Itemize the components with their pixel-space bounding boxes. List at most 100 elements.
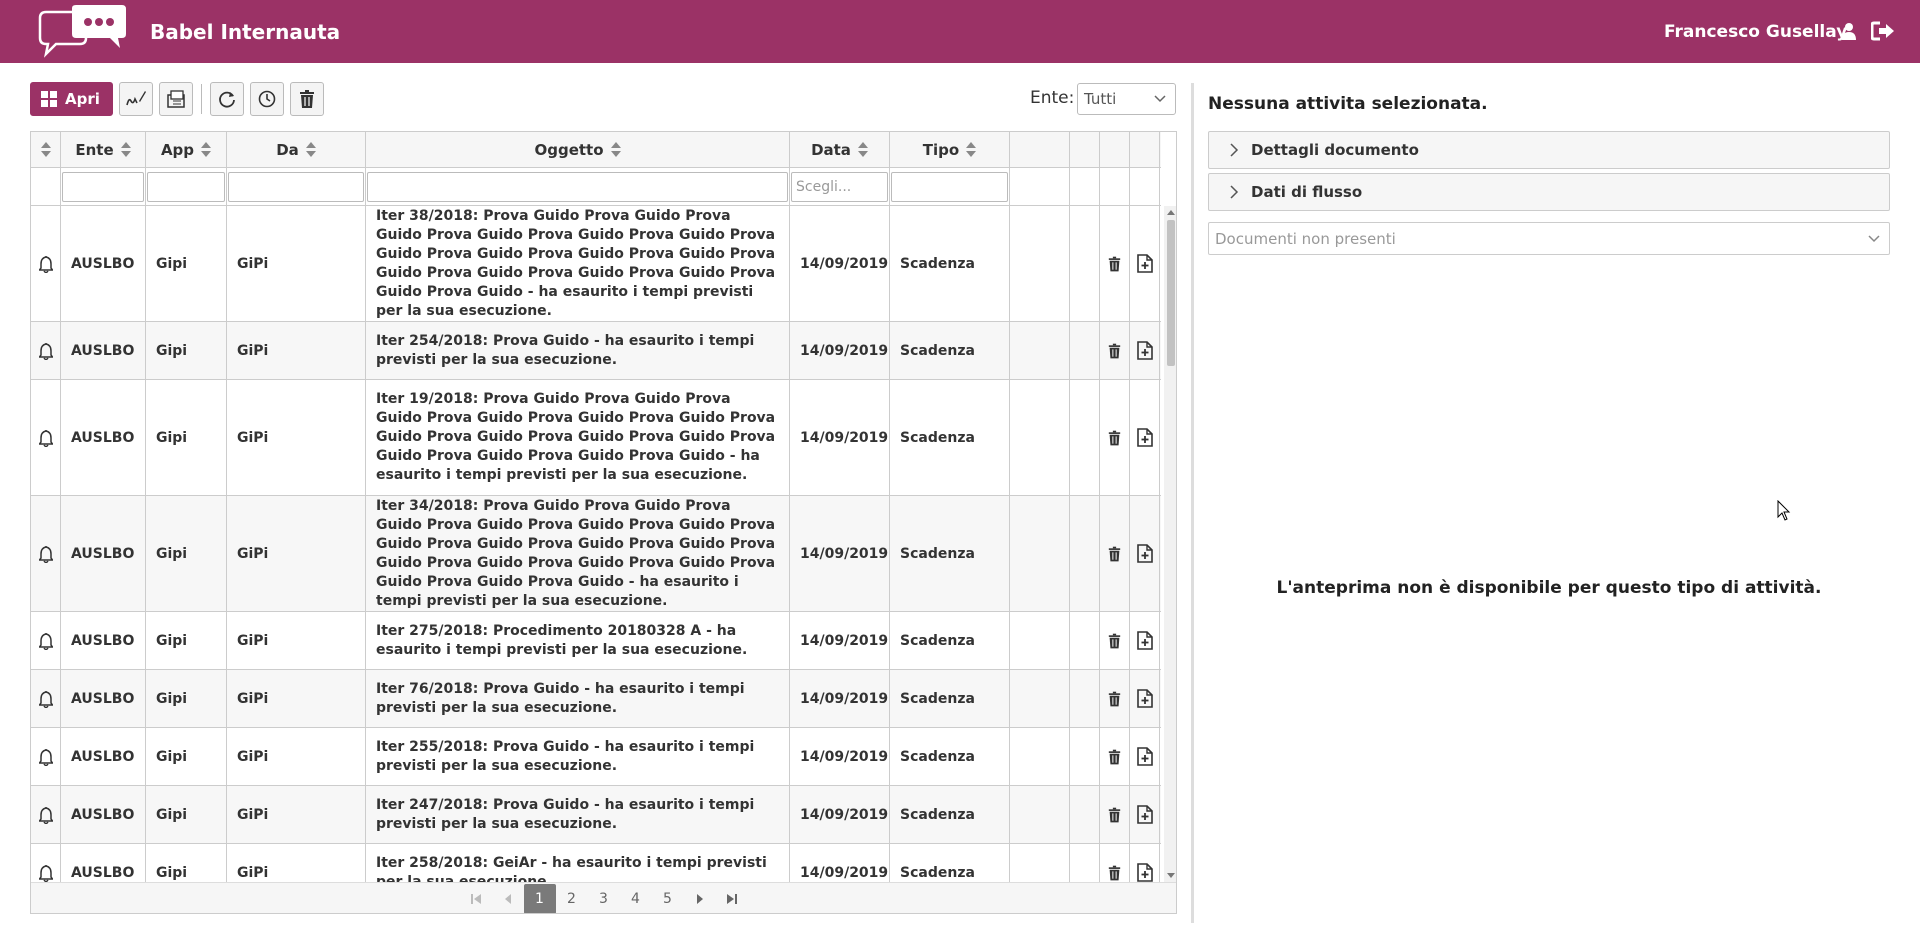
trash-icon[interactable] bbox=[1100, 786, 1130, 843]
table-row[interactable]: AUSLBO Gipi GiPi Iter 34/2018: Prova Guido … bbox=[31, 496, 1161, 612]
filter-cell bbox=[1070, 168, 1100, 206]
table-row[interactable]: AUSLBO Gipi GiPi Iter 76/2018: Prova Guido … bbox=[31, 670, 1161, 728]
smista-button[interactable] bbox=[158, 82, 193, 116]
table-row[interactable]: AUSLBO Gipi GiPi Iter 258/2018: GeiAr - ha … bbox=[31, 844, 1161, 882]
page-button-2[interactable]: 2 bbox=[556, 884, 588, 914]
trash-icon[interactable] bbox=[1100, 844, 1130, 882]
add-document-icon[interactable] bbox=[1130, 844, 1160, 882]
sort-icon bbox=[40, 142, 51, 158]
trash-icon[interactable] bbox=[1100, 322, 1130, 379]
history-button[interactable] bbox=[249, 82, 284, 116]
last-page-button[interactable] bbox=[716, 884, 748, 914]
add-document-icon[interactable] bbox=[1130, 206, 1160, 321]
column-header-da[interactable]: Da bbox=[227, 132, 366, 168]
column-header-notify[interactable] bbox=[31, 132, 61, 168]
chevron-down-icon bbox=[1154, 95, 1166, 103]
documents-select[interactable]: Documenti non presenti bbox=[1208, 222, 1890, 255]
documents-select-placeholder: Documenti non presenti bbox=[1215, 230, 1396, 248]
panel-title: Nessuna attivita selezionata. bbox=[1208, 94, 1488, 114]
add-document-icon[interactable] bbox=[1130, 670, 1160, 727]
trash-icon[interactable] bbox=[1100, 728, 1130, 785]
page-button-3[interactable]: 3 bbox=[588, 884, 620, 914]
add-document-icon[interactable] bbox=[1130, 380, 1160, 495]
prev-page-button[interactable] bbox=[492, 884, 524, 914]
filter-cell bbox=[366, 168, 790, 206]
next-page-button[interactable] bbox=[684, 884, 716, 914]
table-scrollbar[interactable] bbox=[1164, 206, 1176, 882]
table-header: Ente App Da Oggetto Data Tipo bbox=[31, 132, 1161, 168]
filter-cell bbox=[227, 168, 366, 206]
trash-icon[interactable] bbox=[1100, 670, 1130, 727]
add-document-icon[interactable] bbox=[1130, 612, 1160, 669]
app-filter-input[interactable] bbox=[147, 172, 225, 202]
cell-oggetto: Iter 38/2018: Prova Guido Prova Guido Pr… bbox=[366, 206, 790, 321]
scrollbar-thumb[interactable] bbox=[1167, 220, 1175, 366]
trash-icon[interactable] bbox=[1100, 206, 1130, 321]
ente-select[interactable]: Tutti bbox=[1077, 83, 1176, 115]
accordion-dati-di-flusso[interactable]: Dati di flusso bbox=[1208, 173, 1890, 211]
page-button-1[interactable]: 1 bbox=[523, 883, 556, 913]
column-header-extra bbox=[1070, 132, 1100, 168]
firma-button[interactable] bbox=[118, 82, 153, 116]
page-button-4[interactable]: 4 bbox=[620, 884, 652, 914]
user-icon[interactable] bbox=[1836, 18, 1862, 44]
cell-app: Gipi bbox=[146, 206, 227, 321]
bell-icon bbox=[31, 322, 61, 379]
tipo-filter-input[interactable] bbox=[891, 172, 1008, 202]
chevron-right-icon bbox=[1230, 143, 1239, 157]
column-header-label: Data bbox=[811, 141, 851, 159]
accordion-dettagli-documento[interactable]: Dettagli documento bbox=[1208, 131, 1890, 169]
add-document-icon[interactable] bbox=[1130, 496, 1160, 611]
column-header-tipo[interactable]: Tipo bbox=[890, 132, 1010, 168]
add-document-icon[interactable] bbox=[1130, 322, 1160, 379]
ente-filter-input[interactable] bbox=[62, 172, 144, 202]
column-header-oggetto[interactable]: Oggetto bbox=[366, 132, 790, 168]
filter-cell bbox=[31, 168, 61, 206]
bell-icon bbox=[31, 206, 61, 321]
column-header-ente[interactable]: Ente bbox=[61, 132, 146, 168]
page-button-5[interactable]: 5 bbox=[652, 884, 684, 914]
trash-icon[interactable] bbox=[1100, 612, 1130, 669]
column-header-data[interactable]: Data bbox=[790, 132, 890, 168]
cell-da: GiPi bbox=[227, 786, 366, 843]
table-row[interactable]: AUSLBO Gipi GiPi Iter 19/2018: Prova Guido … bbox=[31, 380, 1161, 496]
open-button[interactable]: Apri bbox=[30, 82, 113, 116]
scroll-up-arrow[interactable] bbox=[1167, 210, 1175, 215]
sort-icon bbox=[305, 142, 316, 158]
cell-empty bbox=[1010, 844, 1070, 882]
scroll-down-arrow[interactable] bbox=[1167, 873, 1175, 878]
user-name[interactable]: Francesco Gusellay bbox=[1664, 22, 1847, 42]
oggetto-filter-input[interactable] bbox=[367, 172, 788, 202]
cell-ente: AUSLBO bbox=[61, 206, 146, 321]
trash-icon[interactable] bbox=[1100, 496, 1130, 611]
table-row[interactable]: AUSLBO Gipi GiPi Iter 247/2018: Prova Guido… bbox=[31, 786, 1161, 844]
panel-splitter[interactable] bbox=[1191, 83, 1194, 923]
table-row[interactable]: AUSLBO Gipi GiPi Iter 275/2018: Procediment… bbox=[31, 612, 1161, 670]
activities-table: Ente App Da Oggetto Data Tipo Scegli... … bbox=[30, 131, 1177, 914]
table-body: AUSLBO Gipi GiPi Iter 38/2018: Prova Guido … bbox=[31, 206, 1161, 882]
trash-icon[interactable] bbox=[1100, 380, 1130, 495]
sort-icon bbox=[610, 142, 621, 158]
column-header-label: App bbox=[160, 141, 195, 159]
cell-data: 14/09/2019 bbox=[790, 206, 890, 321]
cell-empty bbox=[1010, 206, 1070, 321]
da-filter-input[interactable] bbox=[228, 172, 364, 202]
table-row[interactable]: AUSLBO Gipi GiPi Iter 38/2018: Prova Guido … bbox=[31, 206, 1161, 322]
cell-ente: AUSLBO bbox=[61, 670, 146, 727]
delete-button[interactable] bbox=[289, 82, 324, 116]
cell-tipo: Scadenza bbox=[890, 670, 1010, 727]
logout-icon[interactable] bbox=[1870, 18, 1896, 44]
refresh-button[interactable] bbox=[209, 82, 244, 116]
column-header-app[interactable]: App bbox=[146, 132, 227, 168]
table-row[interactable]: AUSLBO Gipi GiPi Iter 255/2018: Prova Guido… bbox=[31, 728, 1161, 786]
bell-icon bbox=[31, 380, 61, 495]
first-page-button[interactable] bbox=[460, 884, 492, 914]
table-row[interactable]: AUSLBO Gipi GiPi Iter 254/2018: Prova Guido… bbox=[31, 322, 1161, 380]
add-document-icon[interactable] bbox=[1130, 728, 1160, 785]
data-filter-input[interactable]: Scegli... bbox=[791, 172, 888, 202]
add-document-icon[interactable] bbox=[1130, 786, 1160, 843]
cell-empty bbox=[1070, 844, 1100, 882]
filter-cell bbox=[146, 168, 227, 206]
column-header-label: Tipo bbox=[922, 141, 960, 159]
cell-data: 14/09/2019 bbox=[790, 728, 890, 785]
